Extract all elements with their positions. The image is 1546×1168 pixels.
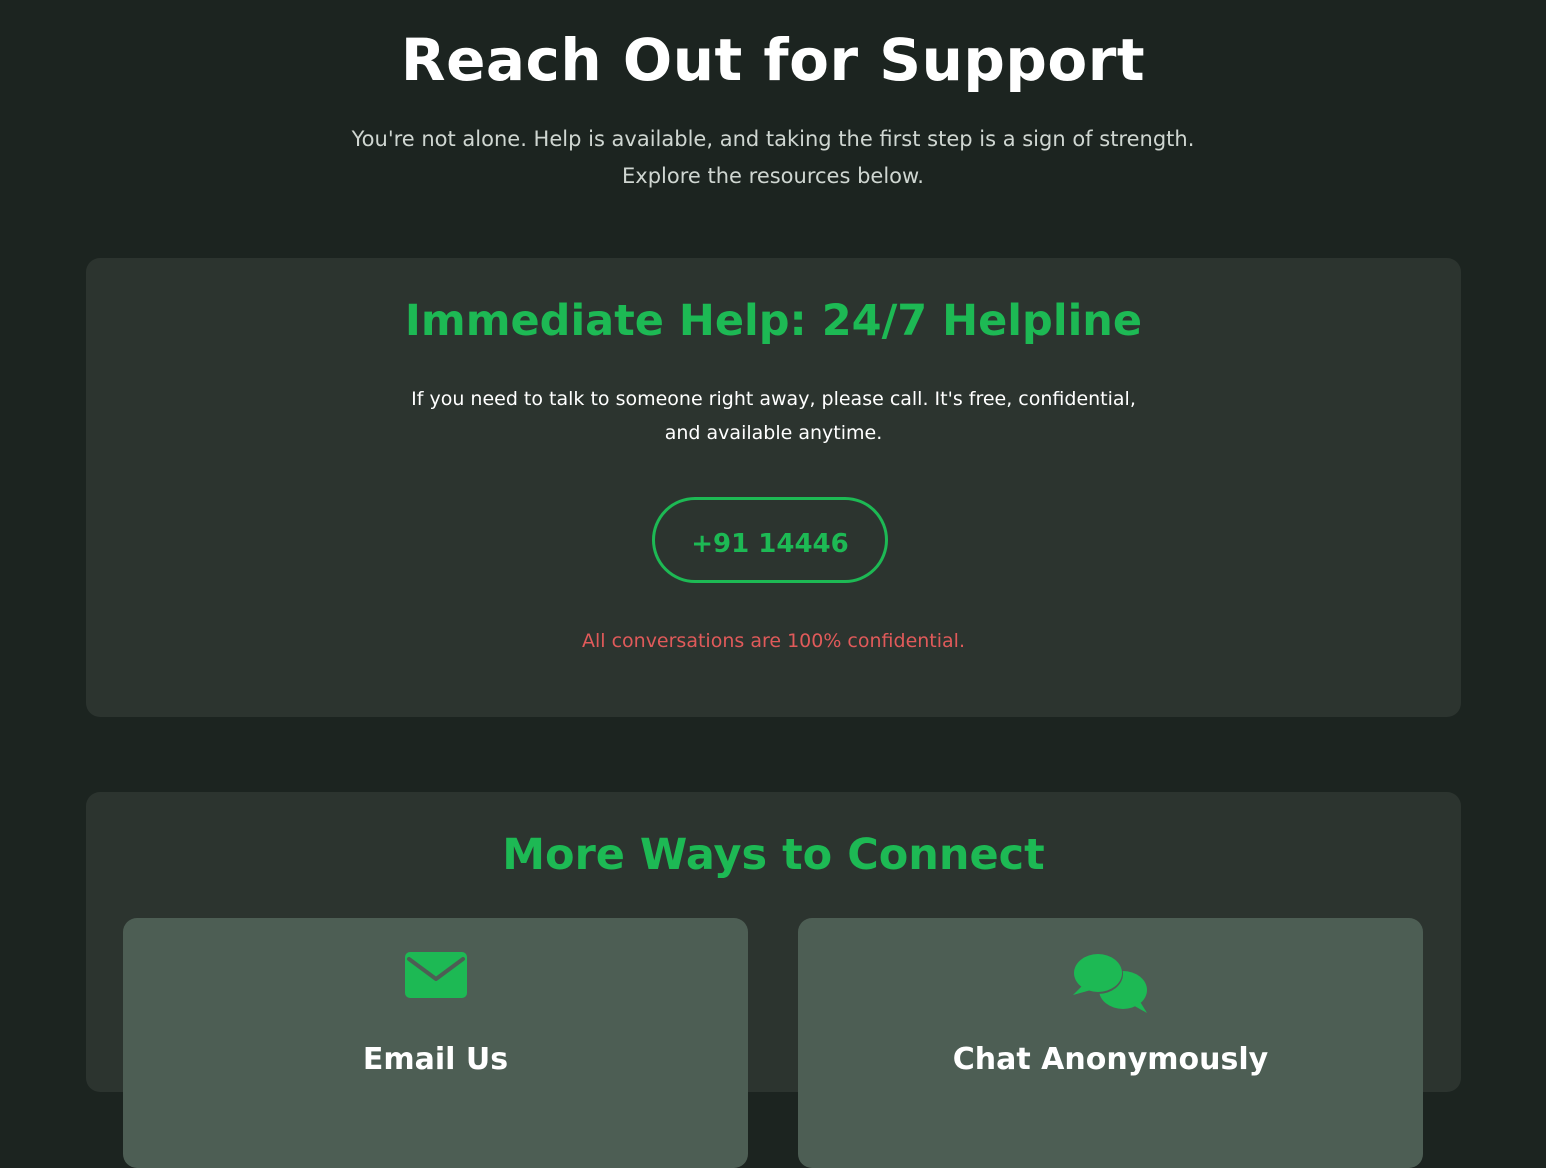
helpline-card: Immediate Help: 24/7 Helpline If you nee…	[86, 258, 1461, 717]
intro-text: You're not alone. Help is available, and…	[0, 121, 1546, 195]
call-helpline-button[interactable]: +91 14446	[652, 497, 888, 583]
page-title: Reach Out for Support	[400, 26, 1146, 94]
envelope-icon	[123, 952, 748, 1018]
connect-title: More Ways to Connect	[502, 830, 1045, 880]
email-us-label: Email Us	[362, 1042, 509, 1077]
helpline-description: If you need to talk to someone right awa…	[86, 382, 1461, 450]
chat-anonymously-label: Chat Anonymously	[952, 1042, 1269, 1077]
helpline-title: Immediate Help: 24/7 Helpline	[404, 296, 1143, 346]
helpline-text-line-1: If you need to talk to someone right awa…	[411, 388, 1136, 410]
chat-bubbles-icon	[798, 952, 1423, 1018]
chat-anonymously-card[interactable]: Chat Anonymously	[798, 918, 1423, 1168]
intro-line-2: Explore the resources below.	[622, 164, 924, 188]
intro-line-1: You're not alone. Help is available, and…	[351, 127, 1195, 151]
connect-card: More Ways to Connect Email Us Chat Anony…	[86, 792, 1461, 1168]
email-us-card[interactable]: Email Us	[123, 918, 748, 1168]
helpline-text-line-2: and available anytime.	[664, 422, 883, 444]
confidential-note: All conversations are 100% confidential.	[581, 630, 965, 652]
